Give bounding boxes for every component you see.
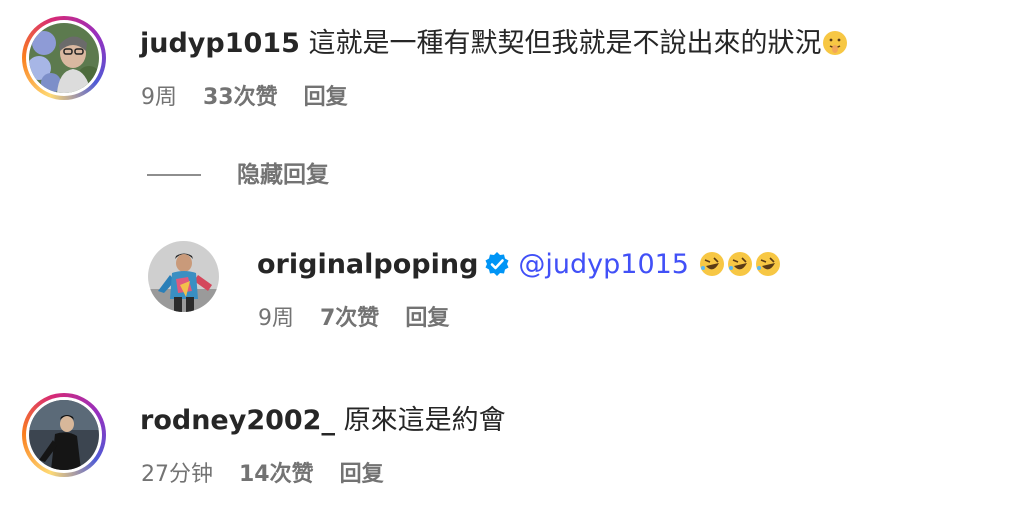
username[interactable]: rodney2002_	[140, 405, 335, 436]
reply-button[interactable]: 回复	[304, 85, 348, 110]
reply-button[interactable]: 回复	[405, 306, 449, 331]
likes-count[interactable]: 7次赞	[320, 306, 379, 331]
verified-badge-icon	[485, 252, 509, 276]
username[interactable]: originalpoping	[257, 249, 478, 280]
comment-line: rodney2002_ 原來這是約會	[140, 404, 506, 438]
timestamp[interactable]: 9周	[258, 306, 294, 331]
comment-text: 原來這是約會	[343, 405, 506, 436]
avatar-story-ring[interactable]	[22, 393, 106, 477]
avatar[interactable]	[29, 400, 99, 470]
comment-text: 這就是一種有默契但我就是不說出來的狀況	[308, 28, 822, 59]
avatar-story-ring[interactable]	[22, 16, 106, 100]
reply-button[interactable]: 回复	[340, 462, 384, 487]
username[interactable]: judyp1015	[140, 28, 300, 59]
comment-meta: 27分钟 14次赞 回复	[141, 461, 410, 489]
avatar[interactable]	[29, 23, 99, 93]
rolling-on-the-floor-laughing-emoji	[699, 252, 724, 276]
emoji-group	[698, 249, 782, 280]
timestamp[interactable]: 9周	[141, 85, 177, 110]
reply-meta: 9周 7次赞 回复	[258, 305, 475, 333]
mention-link[interactable]: @judyp1015	[518, 249, 689, 280]
shushing-face-emoji	[823, 31, 848, 55]
timestamp[interactable]: 27分钟	[141, 462, 213, 487]
hide-replies-label[interactable]: 隐藏回复	[237, 160, 329, 190]
avatar[interactable]	[148, 241, 219, 312]
rolling-on-the-floor-laughing-emoji	[727, 252, 752, 276]
reply-line: originalpoping @judyp1015	[257, 248, 782, 282]
likes-count[interactable]: 14次赞	[239, 462, 314, 487]
divider	[147, 174, 201, 176]
comment-meta: 9周 33次赞 回复	[141, 84, 374, 112]
comment-line: judyp1015 這就是一種有默契但我就是不說出來的狀況	[140, 27, 849, 61]
rolling-on-the-floor-laughing-emoji	[755, 252, 780, 276]
likes-count[interactable]: 33次赞	[203, 85, 278, 110]
